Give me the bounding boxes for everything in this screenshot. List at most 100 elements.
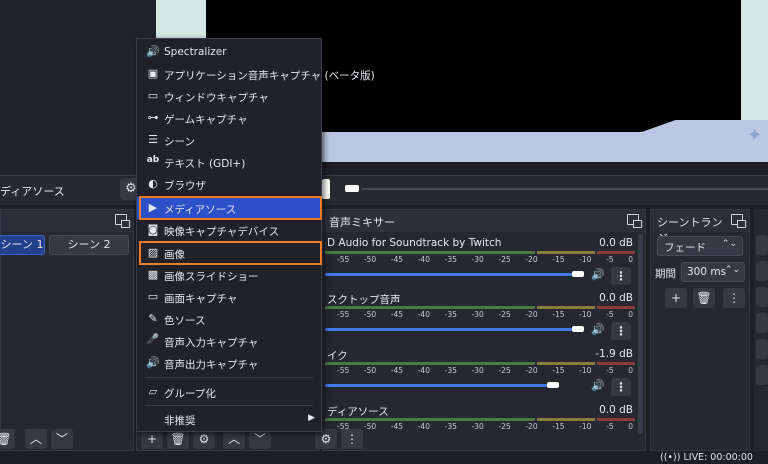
- meter-tick-label: -30: [471, 310, 484, 319]
- meter-tick-label: -10: [579, 255, 592, 264]
- speaker-mute-icon[interactable]: 🔊: [591, 268, 605, 281]
- meter-tick-label: -10: [579, 422, 592, 431]
- menu-item-label: 音声出力キャプチャ: [164, 359, 259, 371]
- meter-tick-label: -35: [444, 422, 457, 431]
- control-button[interactable]: [756, 235, 768, 255]
- live-icon: ((•)): [660, 452, 681, 463]
- scene-button-1[interactable]: シーン 1: [0, 235, 45, 255]
- menu-item-game-capture[interactable]: ⊶ ゲームキャプチャ: [137, 107, 321, 129]
- volume-slider[interactable]: [325, 384, 555, 387]
- meter-tick-label: 0: [628, 422, 633, 431]
- menu-item-label: 画面キャプチャ: [164, 293, 238, 305]
- meter-tick-label: -5: [606, 255, 614, 264]
- select-arrows-icon: ⌃⌄: [721, 239, 737, 249]
- media-seek-track[interactable]: [362, 188, 768, 190]
- menu-item-audio-output-capture[interactable]: 🔊 音声出力キャプチャ: [137, 352, 321, 374]
- float-dock-icon[interactable]: [627, 214, 642, 228]
- list-icon: ☰: [148, 133, 158, 146]
- meter-tick-label: -50: [363, 255, 377, 264]
- camera-icon: ◙: [147, 223, 159, 236]
- meter-tick-label: -40: [417, 310, 430, 319]
- menu-item-video-capture-device[interactable]: ◙ 映像キャプチャデバイス: [137, 219, 321, 241]
- control-button[interactable]: [756, 365, 768, 385]
- menu-item-browser[interactable]: ◐ ブラウザ: [137, 173, 321, 195]
- speaker-mute-icon[interactable]: 🔊: [591, 323, 605, 336]
- menu-item-color-source[interactable]: ✎ 色ソース: [137, 308, 321, 330]
- duration-label: 期間: [655, 268, 676, 280]
- menu-item-label: グループ化: [164, 388, 216, 400]
- menu-item-audio-input-capture[interactable]: 🎤 音声入力キャプチャ: [137, 330, 321, 352]
- speaker-mute-icon[interactable]: 🔊: [591, 379, 605, 392]
- control-button[interactable]: [756, 261, 768, 281]
- media-seek-handle[interactable]: [345, 185, 359, 192]
- meter-tick-label: -40: [417, 366, 430, 375]
- menu-item-spectralizer[interactable]: 🔊 Spectralizer: [137, 41, 321, 63]
- brush-icon: ✎: [148, 312, 158, 325]
- volume-meter: [325, 362, 635, 365]
- menu-item-image-slideshow[interactable]: ▩ 画像スライドショー: [137, 264, 321, 286]
- float-dock-icon[interactable]: [115, 214, 130, 228]
- volume-slider[interactable]: [325, 328, 580, 331]
- scenes-dock: シーン 1 シーン 2 🗑 ︿ ﹀: [0, 209, 134, 451]
- media-play-pause-button[interactable]: [322, 179, 330, 199]
- remove-transition-trash-icon[interactable]: 🗑: [693, 288, 715, 308]
- mixer-settings-gear-icon[interactable]: ⚙: [315, 429, 337, 449]
- menu-item-scene[interactable]: ☰ シーン: [137, 129, 321, 151]
- channel-menu-icon[interactable]: ⋮: [611, 267, 631, 285]
- meter-tick-label: -25: [498, 255, 511, 264]
- volume-slider-thumb[interactable]: [572, 271, 584, 277]
- source-properties-gear-icon-bottom[interactable]: ⚙: [193, 429, 215, 449]
- highlight-box-image: [139, 241, 322, 265]
- meter-ticks: -55 -50 -45 -40 -35 -30 -25 -20 -15 -10 -5 0: [337, 310, 633, 319]
- menu-item-window-capture[interactable]: ▭ ウィンドウキャプチャ: [137, 85, 321, 107]
- menu-item-deprecated[interactable]: 非推奨 ▶: [137, 408, 321, 430]
- mixer-channel-db: 0.0 dB: [599, 292, 633, 304]
- speaker-out-icon: 🔊: [146, 356, 160, 369]
- menu-item-text-gdi[interactable]: ab テキスト (GDI+): [137, 151, 321, 173]
- folder-icon: ▱: [148, 385, 158, 398]
- move-scene-down-icon[interactable]: ﹀: [51, 429, 73, 449]
- meter-tick-label: -15: [552, 366, 565, 375]
- menu-item-label: Spectralizer: [164, 46, 227, 58]
- menu-item-app-audio-capture[interactable]: ▣ アプリケーション音声キャプチャ (ベータ版): [137, 63, 375, 85]
- volume-slider-thumb[interactable]: [547, 382, 559, 388]
- status-bar: ((•)) LIVE: 00:00:00: [660, 452, 753, 463]
- meter-tick-label: -25: [498, 310, 511, 319]
- volume-slider[interactable]: [325, 273, 580, 276]
- float-dock-icon[interactable]: [731, 214, 746, 228]
- meter-tick-label: -15: [552, 310, 565, 319]
- meter-tick-label: -30: [471, 255, 484, 264]
- volume-slider-thumb[interactable]: [572, 326, 584, 332]
- meter-tick-label: -10: [579, 366, 592, 375]
- sparkle-icon: ✦: [747, 125, 763, 146]
- spin-arrows-icon[interactable]: ⌃⌄: [725, 265, 740, 275]
- control-button[interactable]: [756, 313, 768, 333]
- volume-meter: [325, 306, 635, 309]
- move-source-down-icon[interactable]: ﹀: [249, 429, 271, 449]
- move-scene-up-icon[interactable]: ︿: [25, 429, 47, 449]
- channel-menu-icon[interactable]: ⋮: [611, 378, 631, 396]
- control-button[interactable]: [756, 339, 768, 359]
- channel-menu-icon[interactable]: ⋮: [611, 322, 631, 340]
- mixer-menu-icon[interactable]: ⋮: [341, 429, 363, 449]
- add-source-plus-icon[interactable]: +: [141, 429, 163, 449]
- control-button[interactable]: [756, 287, 768, 307]
- transition-menu-icon[interactable]: ⋮: [723, 288, 745, 308]
- remove-source-trash-icon[interactable]: 🗑: [167, 429, 189, 449]
- meter-tick-label: 0: [628, 310, 633, 319]
- meter-tick-label: -50: [363, 310, 377, 319]
- transition-type-select[interactable]: フェード ⌃⌄: [657, 236, 743, 256]
- add-transition-plus-icon[interactable]: +: [665, 288, 687, 308]
- mixer-channel-name: D Audio for Soundtrack by Twitch: [327, 237, 502, 249]
- scene-button-2[interactable]: シーン 2: [49, 235, 129, 255]
- meter-ticks: -55 -50 -45 -40 -35 -30 -25 -20 -15 -10 -5 0: [337, 366, 633, 375]
- menu-item-display-capture[interactable]: ▭ 画面キャプチャ: [137, 286, 321, 308]
- duration-value: 300 ms: [687, 266, 727, 278]
- move-source-up-icon[interactable]: ︿: [223, 429, 245, 449]
- duration-spinbox[interactable]: 300 ms ⌃⌄: [681, 262, 745, 282]
- meter-tick-label: -55: [337, 310, 350, 319]
- menu-item-group[interactable]: ▱ グループ化: [137, 381, 321, 403]
- menu-item-label: シーン: [164, 136, 195, 148]
- mixer-scrollbar[interactable]: [638, 234, 643, 434]
- remove-scene-trash-icon[interactable]: 🗑: [0, 429, 15, 449]
